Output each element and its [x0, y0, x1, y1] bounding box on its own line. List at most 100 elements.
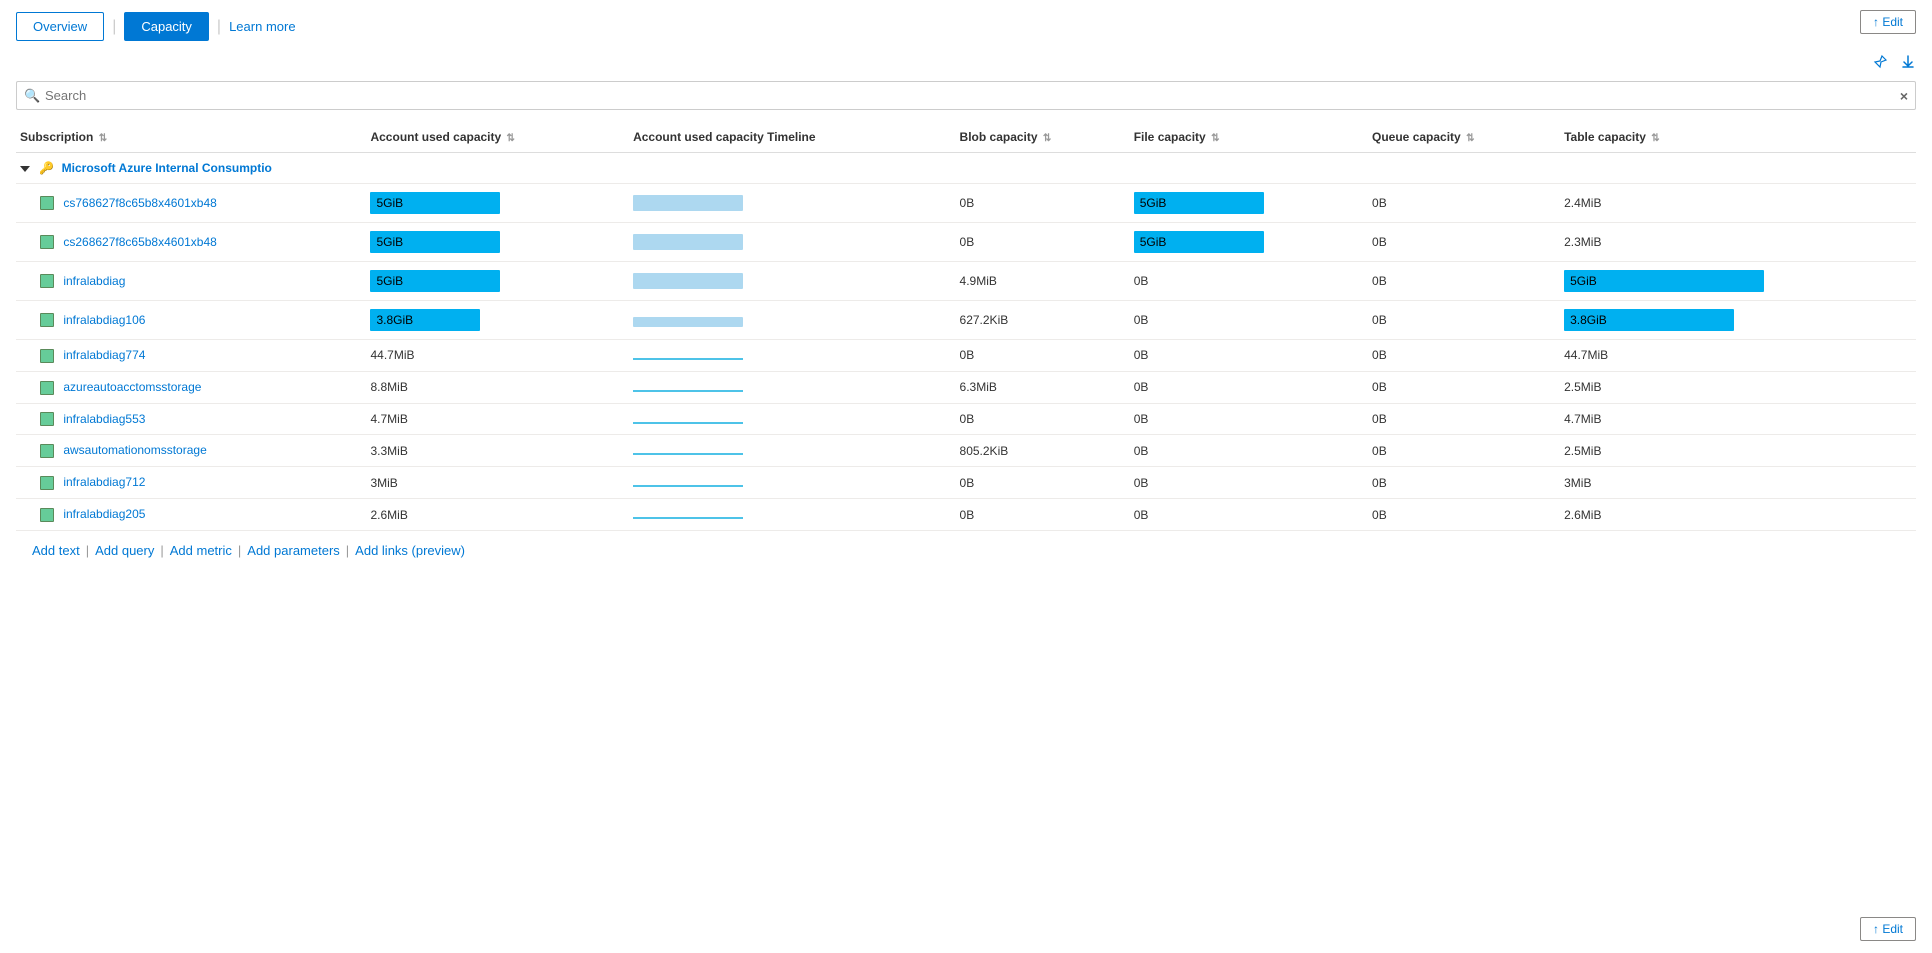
- subscription-link[interactable]: infralabdiag774: [63, 348, 145, 362]
- table-capacity-cell: 2.3MiB: [1560, 223, 1916, 262]
- add-metric-link[interactable]: Add metric: [170, 543, 232, 558]
- col-file-capacity[interactable]: File capacity ⇅: [1130, 122, 1368, 153]
- storage-icon: [40, 508, 54, 522]
- table-capacity-cell: 2.6MiB: [1560, 499, 1916, 531]
- table-row: infralabdiag774 44.7MiB 0B 0B 0B 44.7MiB: [16, 340, 1916, 372]
- table-wrapper: Subscription ⇅ Account used capacity ⇅ A…: [16, 122, 1916, 531]
- table-row: infralabdiag 5GiB 4.9MiB 0B 0B: [16, 262, 1916, 301]
- timeline-bar: [633, 273, 743, 289]
- search-container: 🔍 ×: [16, 81, 1916, 110]
- table-used-bar: 5GiB: [1564, 270, 1764, 292]
- timeline-cell: [629, 371, 955, 403]
- account-used-capacity-cell: 5GiB: [366, 262, 629, 301]
- bottom-edit-button[interactable]: ↑ Edit: [1860, 917, 1916, 941]
- subscription-link[interactable]: infralabdiag205: [63, 507, 145, 521]
- subscription-link[interactable]: awsautomationomsstorage: [63, 443, 206, 457]
- timeline-cell: [629, 467, 955, 499]
- account-used-capacity-cell: 8.8MiB: [366, 371, 629, 403]
- queue-capacity-cell: 0B: [1368, 371, 1560, 403]
- overview-button[interactable]: Overview: [16, 12, 104, 41]
- timeline-bar: [633, 517, 743, 519]
- table-row: cs268627f8c65b8x4601xb48 5GiB 0B 5GiB: [16, 223, 1916, 262]
- timeline-bar: [633, 195, 743, 211]
- file-capacity-cell: 0B: [1130, 403, 1368, 435]
- col-subscription[interactable]: Subscription ⇅: [16, 122, 366, 153]
- account-used-capacity-cell: 5GiB: [366, 184, 629, 223]
- col-account-used-capacity[interactable]: Account used capacity ⇅: [366, 122, 629, 153]
- queue-capacity-cell: 0B: [1368, 184, 1560, 223]
- add-query-link[interactable]: Add query: [95, 543, 154, 558]
- storage-icon: [40, 444, 54, 458]
- table-capacity-cell: 3.8GiB: [1560, 301, 1916, 340]
- timeline-bar: [633, 453, 743, 455]
- subscription-link[interactable]: azureautoacctomsstorage: [63, 380, 201, 394]
- add-text-link[interactable]: Add text: [32, 543, 80, 558]
- subscription-link[interactable]: infralabdiag106: [63, 313, 145, 327]
- storage-icon: [40, 274, 54, 288]
- timeline-bar: [633, 422, 743, 424]
- table-body: 🔑 Microsoft Azure Internal Consumptio cs…: [16, 153, 1916, 531]
- pin-icon[interactable]: [1872, 54, 1888, 75]
- download-icon[interactable]: [1900, 54, 1916, 75]
- blob-capacity-cell: 0B: [956, 184, 1130, 223]
- nav-separator-1: |: [112, 18, 116, 36]
- search-input[interactable]: [16, 81, 1916, 110]
- search-clear-button[interactable]: ×: [1900, 88, 1908, 104]
- subscription-link[interactable]: infralabdiag: [63, 274, 125, 288]
- table-row: infralabdiag712 3MiB 0B 0B 0B 3MiB: [16, 467, 1916, 499]
- subscription-cell: infralabdiag205: [16, 499, 366, 531]
- group-row: 🔑 Microsoft Azure Internal Consumptio: [16, 153, 1916, 184]
- file-capacity-cell: 0B: [1130, 301, 1368, 340]
- subscription-link[interactable]: cs768627f8c65b8x4601xb48: [63, 196, 216, 210]
- capacity-table: Subscription ⇅ Account used capacity ⇅ A…: [16, 122, 1916, 531]
- search-icon: 🔍: [24, 88, 40, 104]
- add-links-link[interactable]: Add links (preview): [355, 543, 465, 558]
- timeline-cell: [629, 301, 955, 340]
- sort-icon-file: ⇅: [1211, 133, 1219, 144]
- table-capacity-cell: 44.7MiB: [1560, 340, 1916, 372]
- bottom-actions: Add text | Add query | Add metric | Add …: [32, 543, 1932, 558]
- queue-capacity-cell: 0B: [1368, 301, 1560, 340]
- col-queue-capacity[interactable]: Queue capacity ⇅: [1368, 122, 1560, 153]
- subscription-link[interactable]: cs268627f8c65b8x4601xb48: [63, 235, 216, 249]
- table-capacity-cell: 2.4MiB: [1560, 184, 1916, 223]
- subscription-cell: infralabdiag553: [16, 403, 366, 435]
- account-used-capacity-cell: 3.3MiB: [366, 435, 629, 467]
- table-row: awsautomationomsstorage 3.3MiB 805.2KiB …: [16, 435, 1916, 467]
- group-key-icon: 🔑: [39, 161, 54, 175]
- account-used-bar: 5GiB: [370, 231, 500, 253]
- account-used-capacity-cell: 4.7MiB: [366, 403, 629, 435]
- table-capacity-cell: 2.5MiB: [1560, 435, 1916, 467]
- add-parameters-link[interactable]: Add parameters: [247, 543, 340, 558]
- top-edit-button[interactable]: ↑ Edit: [1860, 10, 1916, 34]
- timeline-bar: [633, 317, 743, 327]
- main-container: Overview | Capacity | Learn more ↑ Edit …: [0, 0, 1932, 953]
- file-capacity-cell: 5GiB: [1130, 223, 1368, 262]
- account-used-capacity-cell: 44.7MiB: [366, 340, 629, 372]
- blob-capacity-cell: 0B: [956, 223, 1130, 262]
- account-used-bar: 5GiB: [370, 192, 500, 214]
- subscription-link[interactable]: infralabdiag712: [63, 475, 145, 489]
- queue-capacity-cell: 0B: [1368, 403, 1560, 435]
- queue-capacity-cell: 0B: [1368, 223, 1560, 262]
- col-account-used-capacity-timeline[interactable]: Account used capacity Timeline: [629, 122, 955, 153]
- subscription-cell: cs268627f8c65b8x4601xb48: [16, 223, 366, 262]
- account-used-capacity-cell: 5GiB: [366, 223, 629, 262]
- storage-icon: [40, 349, 54, 363]
- col-blob-capacity[interactable]: Blob capacity ⇅: [956, 122, 1130, 153]
- col-table-capacity[interactable]: Table capacity ⇅: [1560, 122, 1916, 153]
- subscription-cell: cs768627f8c65b8x4601xb48: [16, 184, 366, 223]
- timeline-cell: [629, 403, 955, 435]
- account-used-bar: 3.8GiB: [370, 309, 480, 331]
- blob-capacity-cell: 805.2KiB: [956, 435, 1130, 467]
- learn-more-link[interactable]: Learn more: [229, 19, 295, 34]
- timeline-cell: [629, 223, 955, 262]
- account-used-capacity-cell: 2.6MiB: [366, 499, 629, 531]
- capacity-button[interactable]: Capacity: [124, 12, 209, 41]
- chevron-down-icon[interactable]: [20, 166, 30, 172]
- blob-capacity-cell: 0B: [956, 467, 1130, 499]
- group-name: Microsoft Azure Internal Consumptio: [62, 161, 272, 175]
- bottom-edit-area: ↑ Edit: [1860, 917, 1916, 941]
- file-capacity-cell: 0B: [1130, 371, 1368, 403]
- subscription-link[interactable]: infralabdiag553: [63, 412, 145, 426]
